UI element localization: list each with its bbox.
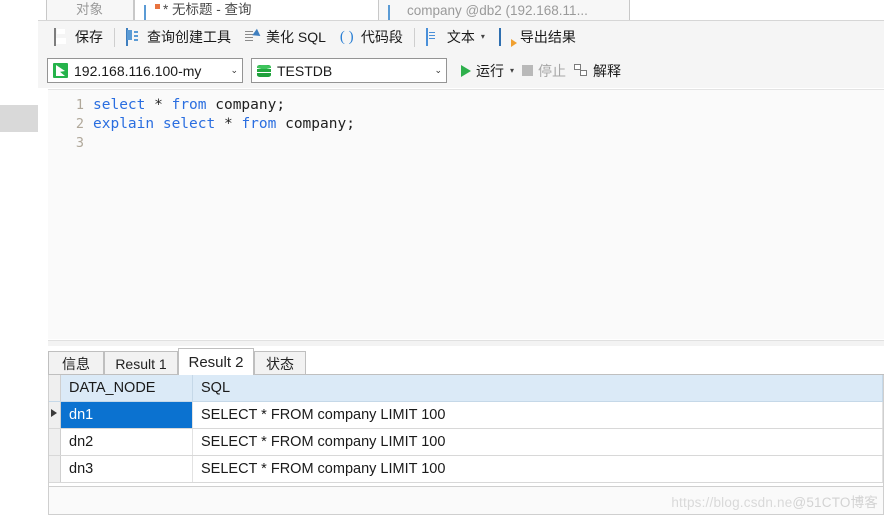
save-icon bbox=[54, 28, 70, 46]
query-builder-icon bbox=[126, 28, 142, 46]
line-number: 3 bbox=[75, 135, 84, 151]
connection-icon bbox=[53, 63, 68, 78]
code-line: 1 select * from company; bbox=[48, 96, 884, 115]
tab-info[interactable]: 信息 bbox=[48, 351, 104, 375]
editor-result-splitter[interactable] bbox=[48, 340, 884, 346]
beautify-sql-button[interactable]: 美化 SQL bbox=[238, 25, 333, 49]
cell-data-node[interactable]: dn1 bbox=[61, 402, 193, 428]
stop-label: 停止 bbox=[538, 62, 567, 79]
code-line-text: explain select * from company; bbox=[93, 116, 355, 132]
text-view-label: 文本 bbox=[446, 29, 475, 45]
tab-objects-label: 对象 bbox=[76, 2, 103, 17]
code-line-text: select * from company; bbox=[93, 97, 286, 113]
collapsed-panel-stub[interactable] bbox=[0, 105, 38, 132]
tab-company-table[interactable]: company @db2 (192.168.11... bbox=[378, 0, 630, 22]
cell-sql[interactable]: SELECT * FROM company LIMIT 100 bbox=[193, 402, 883, 428]
stop-button: 停止 bbox=[518, 59, 570, 83]
tab-status[interactable]: 状态 bbox=[254, 351, 306, 375]
database-icon bbox=[257, 64, 271, 78]
sql-editor[interactable]: 1 select * from company; 2 explain selec… bbox=[48, 89, 884, 339]
table-header-row: DATA_NODE SQL bbox=[49, 375, 883, 402]
line-number: 2 bbox=[75, 116, 84, 132]
export-result-label: 导出结果 bbox=[519, 29, 576, 45]
chevron-down-icon[interactable]: ▾ bbox=[481, 33, 485, 41]
run-label: 运行 bbox=[476, 62, 504, 79]
explain-label: 解释 bbox=[593, 62, 622, 79]
cell-data-node[interactable]: dn2 bbox=[61, 429, 193, 455]
watermark-url: https://blog.csdn.ne bbox=[671, 495, 793, 510]
connection-value: 192.168.116.100-my bbox=[74, 62, 202, 79]
tab-info-label: 信息 bbox=[62, 355, 90, 372]
grid-icon bbox=[388, 5, 402, 22]
row-gutter bbox=[49, 456, 61, 482]
connection-bar: 192.168.116.100-my ⌄ TESTDB ⌄ 运行 ▾ 停止 解释 bbox=[38, 53, 884, 88]
query-window: 对象 * 无标题 - 查询 company @db2 (192.168.11..… bbox=[38, 0, 884, 515]
stop-icon bbox=[522, 65, 534, 76]
database-value: TESTDB bbox=[277, 62, 333, 79]
code-snippet-label: 代码段 bbox=[360, 29, 403, 45]
code-line: 2 explain select * from company; bbox=[48, 115, 884, 134]
parentheses-icon: ( ) bbox=[339, 29, 354, 45]
column-header-sql[interactable]: SQL bbox=[193, 375, 883, 401]
text-view-button[interactable]: 文本 ▾ bbox=[419, 25, 492, 49]
tab-result-2[interactable]: Result 2 bbox=[178, 348, 254, 375]
export-icon bbox=[498, 28, 515, 46]
watermark: https://blog.csdn.ne@51CTO博客 bbox=[671, 491, 878, 511]
tab-result-2-label: Result 2 bbox=[188, 353, 244, 371]
toolbar-separator bbox=[413, 27, 415, 47]
row-gutter bbox=[49, 402, 61, 428]
tab-status-label: 状态 bbox=[266, 355, 294, 372]
editor-toolbar: 保存 查询创建工具 美化 SQL ( ) 代码段 文本 ▾ 导出结果 bbox=[38, 21, 884, 53]
beautify-sql-label: 美化 SQL bbox=[266, 29, 326, 45]
explain-button[interactable]: 解释 bbox=[570, 59, 625, 83]
text-document-icon bbox=[425, 28, 442, 46]
row-gutter bbox=[49, 375, 61, 401]
tab-result-1-label: Result 1 bbox=[115, 355, 167, 372]
line-number: 1 bbox=[75, 97, 84, 113]
query-builder-label: 查询创建工具 bbox=[147, 29, 231, 45]
modified-badge-icon bbox=[155, 4, 160, 9]
play-icon bbox=[461, 64, 471, 77]
chevron-down-icon: ⌄ bbox=[434, 65, 442, 75]
toolbar-separator bbox=[114, 27, 115, 47]
tab-strip: 对象 * 无标题 - 查询 company @db2 (192.168.11..… bbox=[38, 0, 884, 22]
current-row-marker-icon bbox=[51, 409, 57, 417]
cell-sql[interactable]: SELECT * FROM company LIMIT 100 bbox=[193, 456, 883, 482]
code-snippet-button[interactable]: ( ) 代码段 bbox=[333, 25, 410, 49]
tab-result-1[interactable]: Result 1 bbox=[104, 351, 178, 375]
result-tab-strip: 信息 Result 1 Result 2 状态 bbox=[48, 348, 884, 375]
tab-company-label: company @db2 (192.168.11... bbox=[407, 3, 588, 18]
app-window: 对象 * 无标题 - 查询 company @db2 (192.168.11..… bbox=[0, 0, 884, 515]
column-header-data-node[interactable]: DATA_NODE bbox=[61, 375, 193, 401]
table-row[interactable]: dn3 SELECT * FROM company LIMIT 100 bbox=[49, 456, 883, 483]
query-builder-button[interactable]: 查询创建工具 bbox=[119, 25, 238, 49]
run-button[interactable]: 运行 ▾ bbox=[457, 59, 518, 83]
database-select[interactable]: TESTDB ⌄ bbox=[251, 58, 447, 83]
export-result-button[interactable]: 导出结果 bbox=[492, 25, 583, 49]
connection-select[interactable]: 192.168.116.100-my ⌄ bbox=[47, 58, 243, 83]
chevron-down-icon[interactable]: ▾ bbox=[510, 66, 514, 75]
watermark-brand: @51CTO博客 bbox=[792, 495, 878, 510]
tab-query[interactable]: * 无标题 - 查询 bbox=[134, 0, 414, 22]
cell-sql[interactable]: SELECT * FROM company LIMIT 100 bbox=[193, 429, 883, 455]
tab-query-label: * 无标题 - 查询 bbox=[163, 2, 252, 17]
cell-data-node[interactable]: dn3 bbox=[61, 456, 193, 482]
row-gutter bbox=[49, 429, 61, 455]
table-row[interactable]: dn2 SELECT * FROM company LIMIT 100 bbox=[49, 429, 883, 456]
save-label: 保存 bbox=[75, 29, 103, 45]
explain-icon bbox=[574, 64, 588, 77]
save-button[interactable]: 保存 bbox=[47, 25, 110, 49]
tab-objects[interactable]: 对象 bbox=[46, 0, 134, 21]
code-line: 3 bbox=[48, 134, 884, 153]
grid-icon bbox=[144, 4, 160, 22]
beautify-icon bbox=[245, 29, 261, 45]
chevron-down-icon: ⌄ bbox=[230, 65, 238, 75]
result-grid[interactable]: DATA_NODE SQL dn1 SELECT * FROM company … bbox=[48, 375, 884, 487]
table-row[interactable]: dn1 SELECT * FROM company LIMIT 100 bbox=[49, 402, 883, 429]
